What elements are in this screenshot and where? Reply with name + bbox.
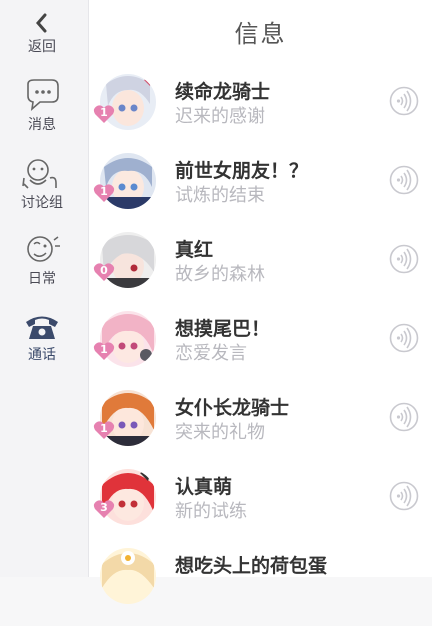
back-button[interactable]: 返回 (0, 12, 84, 56)
nav-label-messages: 消息 (28, 117, 56, 133)
call-subtitle: 迟来的感谢 (175, 106, 265, 127)
voice-play-icon[interactable] (389, 481, 419, 511)
sidebar: 返回 消息 讨论组 日常 通话 (0, 0, 89, 577)
nav-item-group-chat[interactable]: 讨论组 (0, 156, 84, 212)
badge-count: 0 (100, 264, 108, 277)
call-row[interactable]: 想吃头上的荷包蛋 (89, 548, 432, 626)
call-row[interactable]: 0 真红 故乡的森林 (89, 232, 432, 310)
voice-play-icon[interactable] (389, 86, 419, 116)
phone-icon (26, 316, 58, 339)
call-row[interactable]: 1 想摸尾巴！ 恋爱发言 (89, 311, 432, 389)
back-icon (36, 13, 47, 33)
nav-item-calls[interactable]: 通话 (0, 312, 84, 364)
page-title: 信息 (234, 20, 287, 48)
voice-play-icon[interactable] (389, 323, 419, 353)
call-subtitle: 试炼的结束 (175, 185, 265, 206)
badge-count: 1 (100, 106, 108, 119)
unread-badge: 1 (93, 341, 115, 361)
call-row[interactable]: 1 续命龙骑士 迟来的感谢 (89, 74, 432, 152)
group-chat-icon (22, 159, 57, 189)
badge-count: 3 (100, 501, 108, 514)
badge-count: 1 (100, 343, 108, 356)
call-subtitle: 故乡的森林 (175, 264, 265, 285)
caller-name: 前世女朋友！？ (175, 160, 309, 182)
voice-play-icon[interactable] (389, 244, 419, 274)
call-subtitle: 新的试练 (175, 501, 247, 522)
call-row[interactable]: 1 前世女朋友！？ 试炼的结束 (89, 153, 432, 231)
unread-badge: 3 (93, 499, 115, 519)
call-list-panel: 信息 1 续命龙骑士 迟来的感谢 1 前世女朋友！？ 试炼的结束 0 真红 故乡… (89, 0, 432, 604)
call-row[interactable]: 3 认真萌 新的试练 (89, 469, 432, 547)
badge-count: 1 (100, 185, 108, 198)
avatar (100, 548, 156, 604)
call-subtitle: 恋爱发言 (175, 343, 247, 364)
unread-badge: 0 (93, 262, 115, 282)
voice-play-icon[interactable] (389, 165, 419, 195)
caller-name: 认真萌 (175, 476, 233, 498)
unread-badge: 1 (93, 183, 115, 203)
back-label: 返回 (28, 39, 56, 55)
nav-item-daily[interactable]: 日常 (0, 232, 84, 288)
daily-icon (27, 236, 60, 262)
badge-count: 1 (100, 422, 108, 435)
caller-name: 想摸尾巴！ (175, 318, 271, 340)
caller-name: 想吃头上的荷包蛋 (175, 555, 328, 577)
unread-badge: 1 (93, 104, 115, 124)
nav-label-group-chat: 讨论组 (21, 195, 63, 211)
message-icon (27, 79, 59, 112)
unread-badge: 1 (93, 420, 115, 440)
nav-label-daily: 日常 (28, 271, 56, 287)
call-subtitle: 突来的礼物 (175, 422, 265, 443)
voice-play-icon[interactable] (389, 402, 419, 432)
call-row[interactable]: 1 女仆长龙骑士 突来的礼物 (89, 390, 432, 468)
caller-name: 续命龙骑士 (175, 81, 271, 103)
nav-label-calls: 通话 (28, 347, 56, 363)
nav-item-messages[interactable]: 消息 (0, 78, 84, 134)
caller-name: 真红 (175, 239, 214, 261)
caller-name: 女仆长龙骑士 (175, 397, 290, 419)
